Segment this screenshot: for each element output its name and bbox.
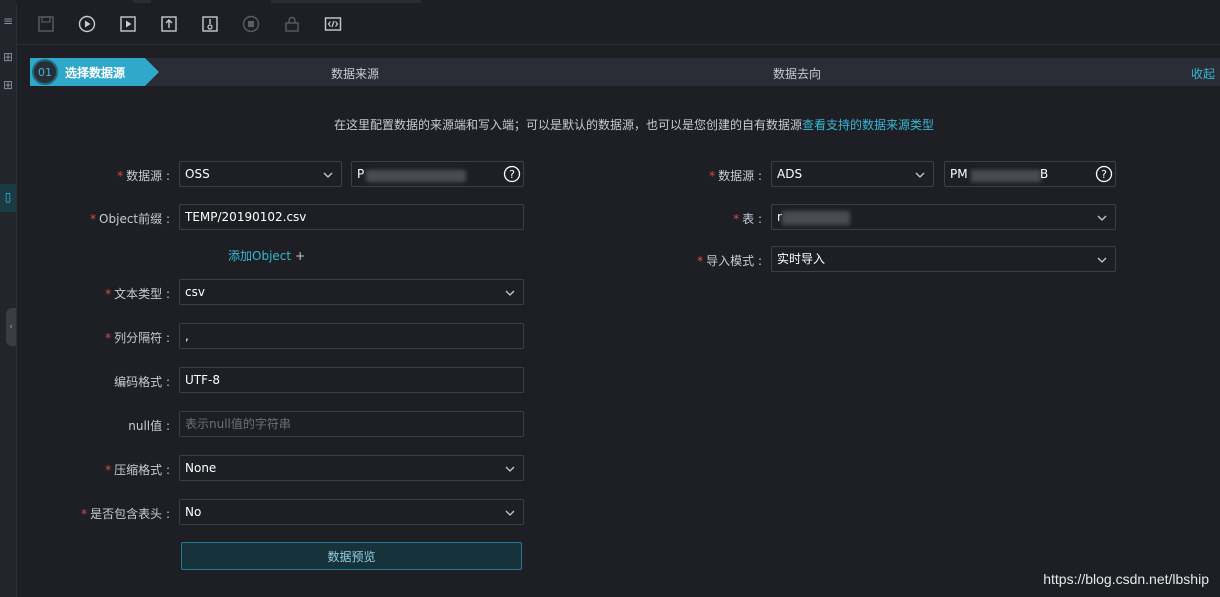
info-text: 在这里配置数据的来源端和写入端；可以是默认的数据源，也可以是您创建的自有数据源查… [334, 116, 934, 133]
header-select[interactable]: No [179, 499, 524, 525]
help-icon[interactable]: ? [1095, 165, 1113, 183]
compress-select[interactable]: None [179, 455, 524, 481]
compress-label: * 压缩格式 : [105, 463, 170, 477]
header-label: * 是否包含表头 : [81, 507, 170, 521]
code-icon[interactable] [323, 14, 343, 34]
encoding-label: 编码格式 : [114, 375, 170, 389]
chevron-down-icon [1097, 247, 1107, 275]
steps-bar: 01 选择数据源 数据来源 数据去向 收起 [30, 58, 1220, 86]
add-object-link[interactable]: 添加Object + [228, 247, 305, 264]
lock-icon[interactable] [282, 14, 302, 34]
save-icon[interactable] [36, 14, 56, 34]
run-icon[interactable] [77, 14, 97, 34]
step-number: 01 [32, 59, 58, 85]
target-datasource-name-select[interactable]: PM B ? [944, 161, 1116, 187]
chevron-down-icon [323, 162, 333, 190]
source-datasource-name-select[interactable]: P ? [351, 161, 524, 187]
table-select[interactable]: r [771, 204, 1116, 230]
target-datasource-type-select[interactable]: ADS [771, 161, 934, 187]
step-select-datasource[interactable]: 01 选择数据源 [30, 58, 159, 86]
panel-icon[interactable]: ▯ [0, 190, 16, 204]
left-sidebar: ≡ ⊞ ⊞ ▯ [0, 0, 17, 597]
menu-icon[interactable]: ≡ [0, 14, 16, 28]
tab-remnant [133, 0, 151, 3]
source-datasource-label: * 数据源 : [117, 169, 170, 183]
chevron-down-icon [505, 500, 515, 528]
toolbar [17, 4, 1220, 45]
tab-remnant [271, 0, 421, 3]
help-icon[interactable]: ? [503, 165, 521, 183]
redacted-text [366, 170, 466, 182]
source-datasource-type-select[interactable]: OSS [179, 161, 342, 187]
grid-icon-2[interactable]: ⊞ [0, 78, 16, 92]
null-value-input[interactable]: 表示null值的字符串 [179, 411, 524, 437]
chevron-down-icon [1097, 205, 1107, 233]
grid-icon[interactable]: ⊞ [0, 50, 16, 64]
redacted-text [971, 170, 1041, 182]
watermark: https://blog.csdn.net/lbship [1043, 571, 1209, 587]
delimiter-input[interactable]: , [179, 323, 524, 349]
chevron-down-icon [505, 456, 515, 484]
chevron-down-icon [915, 162, 925, 190]
submit-icon[interactable] [159, 14, 179, 34]
step-data-target[interactable]: 数据去向 [773, 65, 821, 82]
file-type-select[interactable]: csv [179, 279, 524, 305]
table-label: * 表 : [733, 212, 762, 226]
step-data-source[interactable]: 数据来源 [331, 65, 379, 82]
chevron-down-icon [505, 280, 515, 308]
supported-types-link[interactable]: 查看支持的数据来源类型 [802, 118, 934, 132]
run-params-icon[interactable] [118, 14, 138, 34]
import-mode-label: * 导入模式 : [697, 254, 762, 268]
collapse-link[interactable]: 收起 [1191, 65, 1215, 82]
sidebar-collapse-handle[interactable]: ‹ [6, 308, 16, 346]
svg-text:?: ? [1101, 168, 1107, 181]
object-prefix-label: * Object前缀 : [90, 212, 170, 226]
deploy-icon[interactable] [200, 14, 220, 34]
redacted-text [782, 211, 850, 225]
svg-text:?: ? [509, 168, 515, 181]
info-description: 在这里配置数据的来源端和写入端；可以是默认的数据源，也可以是您创建的自有数据源 [334, 118, 803, 132]
null-value-label: null值 : [128, 419, 170, 433]
step-label: 选择数据源 [65, 65, 126, 80]
delimiter-label: * 列分隔符 : [105, 331, 170, 345]
stop-icon[interactable] [241, 14, 261, 34]
encoding-input[interactable]: UTF-8 [179, 367, 524, 393]
data-preview-button[interactable]: 数据预览 [181, 542, 522, 570]
import-mode-select[interactable]: 实时导入 [771, 246, 1116, 272]
object-prefix-input[interactable]: TEMP/20190102.csv [179, 204, 524, 230]
target-datasource-label: * 数据源 : [709, 169, 762, 183]
file-type-label: * 文本类型 : [105, 287, 170, 301]
